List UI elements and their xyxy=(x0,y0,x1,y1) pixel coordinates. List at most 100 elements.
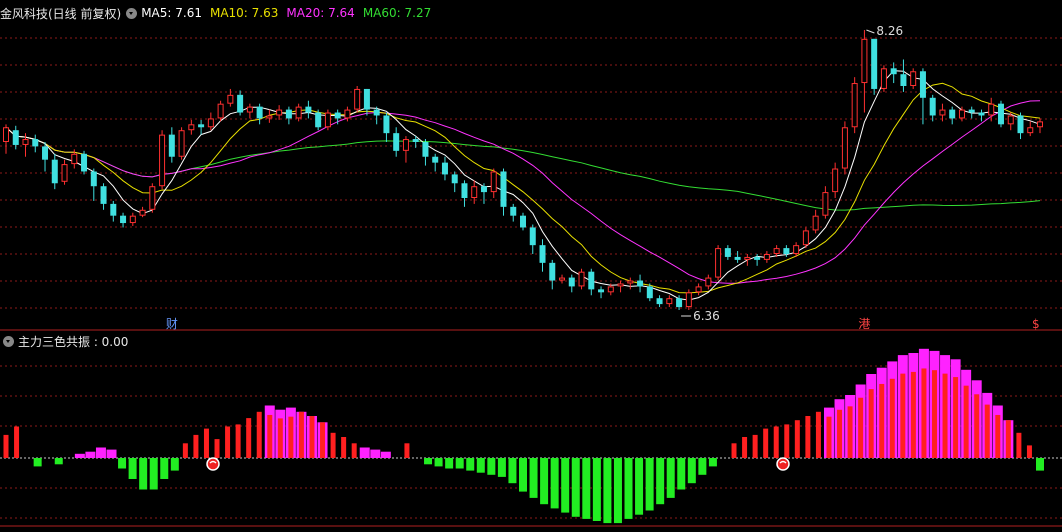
candle-body xyxy=(90,171,97,187)
candle-body xyxy=(997,103,1004,125)
candle-body xyxy=(705,277,712,287)
indicator-bar xyxy=(763,428,769,458)
indicator-bar xyxy=(1016,432,1022,458)
candle-body xyxy=(1017,115,1024,134)
candle-body xyxy=(305,106,312,113)
candle-body xyxy=(246,106,253,113)
candle-body xyxy=(646,286,653,299)
indicator-bar xyxy=(847,406,853,458)
candle-body xyxy=(890,68,897,75)
hk-connect-marker[interactable]: 港 xyxy=(858,317,870,331)
indicator-bar xyxy=(921,368,927,458)
candle-body xyxy=(61,164,68,182)
candle-body xyxy=(334,112,341,119)
candle-body xyxy=(822,192,829,216)
indicator-bar xyxy=(33,458,42,467)
candle-body xyxy=(344,109,351,119)
indicator-bar xyxy=(1026,445,1032,458)
candle-body xyxy=(1037,121,1043,128)
candle-body xyxy=(851,83,858,128)
indicator-bar xyxy=(14,426,20,458)
indicator-bar xyxy=(182,443,188,458)
candle-body xyxy=(510,206,517,216)
candle-body xyxy=(3,127,9,143)
candle-body xyxy=(588,271,595,290)
indicator-bar xyxy=(246,418,252,458)
low-price-label: 6.36 xyxy=(693,309,720,323)
indicator-bar xyxy=(170,458,179,471)
indicator-bar xyxy=(309,416,315,458)
indicator-bar xyxy=(837,409,843,458)
indicator-bar xyxy=(359,447,370,458)
candle-body xyxy=(22,139,29,145)
indicator-bar xyxy=(424,458,433,465)
candle-body xyxy=(256,106,263,119)
candle-body xyxy=(929,97,936,116)
indicator-bar xyxy=(582,458,591,519)
indicator-bar xyxy=(1036,458,1044,471)
candle-body xyxy=(773,248,780,255)
indicator-bar xyxy=(139,458,148,490)
candle-body xyxy=(51,159,58,184)
indicator-bar xyxy=(731,443,737,458)
indicator-bar xyxy=(624,458,633,519)
candle-body xyxy=(422,142,429,157)
candle-body xyxy=(715,248,722,278)
candle-body xyxy=(315,112,322,128)
candle-body xyxy=(295,106,302,119)
financial-report-marker[interactable]: 财 xyxy=(166,317,178,331)
indicator-bar xyxy=(540,458,549,505)
indicator-bar xyxy=(160,458,169,479)
indicator-bar xyxy=(466,458,475,471)
indicator-bar xyxy=(74,453,85,458)
stock-chart[interactable]: 8.26 6.36 财 港 $ xyxy=(0,0,1062,532)
candle-body xyxy=(841,127,848,169)
indicator-bar xyxy=(613,458,622,524)
candle-body xyxy=(500,171,507,207)
candle-body xyxy=(71,153,78,165)
indicator-bar xyxy=(687,458,696,484)
indicator-bar xyxy=(708,458,717,467)
indicator-bar xyxy=(963,385,969,458)
candlesticks xyxy=(3,30,1043,310)
indicator-bar xyxy=(742,437,748,458)
indicator-bar xyxy=(645,458,654,511)
candle-body xyxy=(763,254,770,260)
indicator-bar xyxy=(508,458,517,484)
candle-body xyxy=(354,88,361,110)
candle-body xyxy=(120,215,127,224)
indicator-bars xyxy=(0,348,1062,524)
candle-body xyxy=(793,245,800,255)
indicator-bar xyxy=(370,449,381,458)
candle-body xyxy=(988,103,995,116)
indicator-bar xyxy=(529,458,538,498)
candle-body xyxy=(81,153,88,172)
ma10-line xyxy=(5,82,1041,294)
signal-icon xyxy=(776,457,790,471)
indicator-bar xyxy=(698,458,707,475)
candle-body xyxy=(549,262,556,281)
candle-body xyxy=(237,94,244,113)
candle-body xyxy=(461,183,468,198)
candle-body xyxy=(978,112,985,116)
indicator-bar xyxy=(974,394,980,458)
dividend-marker[interactable]: $ xyxy=(1032,317,1040,331)
candle-body xyxy=(129,215,136,224)
indicator-bar xyxy=(380,451,391,458)
candle-body xyxy=(393,133,400,151)
candle-body xyxy=(373,109,380,116)
candle-body xyxy=(402,139,409,151)
indicator-bar xyxy=(404,443,410,458)
candle-body xyxy=(451,174,458,184)
candle-body xyxy=(159,134,166,187)
indicator-bar xyxy=(487,458,496,475)
candle-body xyxy=(783,248,790,254)
indicator-bar xyxy=(476,458,485,473)
candle-body xyxy=(812,215,819,231)
candle-body xyxy=(100,186,107,204)
indicator-bar xyxy=(106,449,117,458)
candle-body xyxy=(383,115,390,134)
candle-body xyxy=(178,130,185,157)
candle-body xyxy=(685,292,692,308)
candle-body xyxy=(968,109,975,113)
